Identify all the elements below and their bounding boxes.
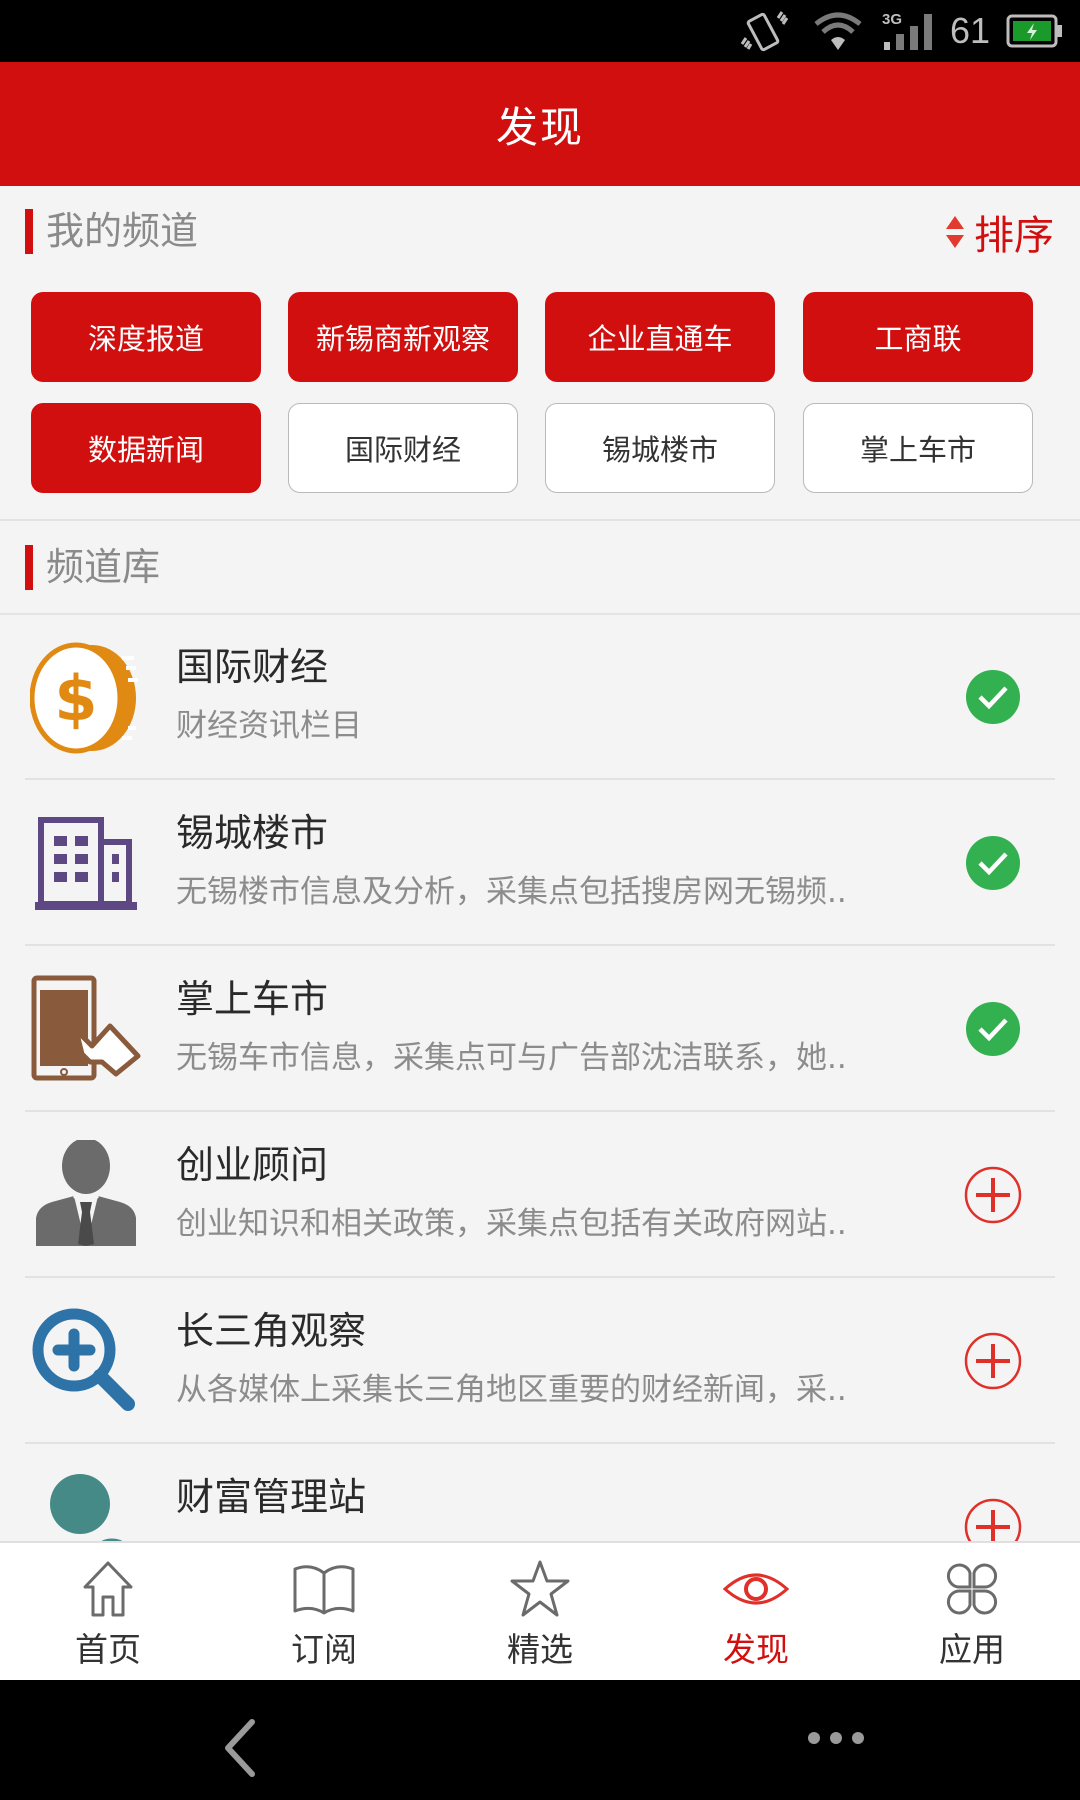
list-item[interactable]: 掌上车市 无锡车市信息，采集点可与广告部沈洁联系，她.. (0, 946, 1080, 1112)
channel-chip-label: 国际财经 (344, 433, 461, 467)
vibrate-icon (740, 11, 789, 52)
channel-chip-label: 数据新闻 (87, 433, 204, 467)
status-bar: 3G 61 (0, 0, 1080, 62)
check-circle-icon[interactable] (964, 834, 1022, 892)
channel-chip[interactable]: 国际财经 (288, 403, 518, 493)
nav-label: 首页 (75, 1630, 141, 1669)
section-accent-bar (25, 209, 33, 254)
sort-label: 排序 (974, 213, 1054, 259)
sort-button[interactable]: 排序 (944, 207, 1054, 259)
channel-name: 锡城楼市 (176, 811, 329, 855)
app-header: 发现 (0, 62, 1080, 186)
nav-item-home[interactable]: 首页 (0, 1543, 216, 1680)
add-circle-icon[interactable] (964, 1166, 1022, 1224)
page-title: 发现 (495, 102, 584, 152)
channel-chip[interactable]: 深度报道 (31, 292, 261, 382)
channel-desc: 财经资讯栏目 (176, 708, 362, 744)
wifi-icon (814, 12, 862, 50)
list-item[interactable]: 长三角观察 从各媒体上采集长三角地区重要的财经新闻，采.. (0, 1278, 1080, 1444)
channel-library-title: 频道库 (46, 545, 161, 589)
more-icon[interactable] (806, 1728, 866, 1748)
screen: 3G 61 发现 我的频道 排序 深度报道 新锡商新观察 企业直通车 工商联 数… (0, 0, 1080, 1800)
channel-chip-label: 掌上车市 (859, 433, 976, 467)
list-item[interactable]: 锡城楼市 无锡楼市信息及分析，采集点包括搜房网无锡频.. (0, 780, 1080, 946)
nav-label: 精选 (507, 1630, 573, 1669)
channel-chip-label: 工商联 (874, 322, 962, 356)
list-item[interactable]: $ 国际财经 财经资讯栏目 (0, 614, 1080, 780)
battery-charging-icon (1006, 14, 1062, 48)
channel-desc: 无锡楼市信息及分析，采集点包括搜房网无锡频.. (176, 874, 847, 910)
home-icon (83, 1561, 133, 1617)
businessman-icon (36, 1140, 136, 1246)
check-circle-icon[interactable] (964, 668, 1022, 726)
channel-chip-label: 企业直通车 (587, 322, 733, 356)
my-channels-title: 我的频道 (46, 209, 199, 253)
channel-library-header: 频道库 (0, 545, 1080, 595)
my-channels-header: 我的频道 排序 (0, 207, 1080, 259)
channel-chip[interactable]: 锡城楼市 (545, 403, 775, 493)
channel-name: 国际财经 (176, 645, 329, 689)
phone-touch-icon (31, 975, 141, 1081)
nav-item-featured[interactable]: 精选 (432, 1543, 648, 1680)
section-accent-bar (25, 545, 33, 590)
star-icon (510, 1560, 570, 1617)
sort-arrows-icon (946, 216, 964, 248)
channel-name: 创业顾问 (176, 1143, 329, 1187)
channel-name: 掌上车市 (176, 977, 329, 1021)
channel-chip[interactable]: 工商联 (803, 292, 1033, 382)
svg-text:$: $ (54, 662, 97, 735)
check-circle-icon[interactable] (964, 1000, 1022, 1058)
battery-level: 61 (950, 10, 991, 51)
channel-chip-label: 新锡商新观察 (315, 322, 490, 356)
nav-label: 应用 (939, 1630, 1005, 1669)
channel-chip[interactable]: 新锡商新观察 (288, 292, 518, 382)
add-circle-icon[interactable] (964, 1332, 1022, 1390)
nav-item-apps[interactable]: 应用 (864, 1543, 1080, 1680)
channel-name: 财富管理站 (176, 1475, 367, 1519)
nav-item-subscribe[interactable]: 订阅 (216, 1543, 432, 1680)
coin-dollar-icon: $ (30, 642, 138, 754)
book-icon (293, 1565, 355, 1615)
nav-label: 订阅 (291, 1630, 357, 1669)
channel-chip-label: 深度报道 (87, 322, 204, 356)
channel-desc: 无锡车市信息，采集点可与广告部沈洁联系，她.. (176, 1040, 847, 1076)
bottom-nav: 首页 订阅 精选 发现 应用 (0, 1541, 1080, 1680)
channel-desc: 创业知识和相关政策，采集点包括有关政府网站.. (176, 1206, 847, 1242)
back-icon[interactable] (222, 1718, 258, 1778)
channel-chip[interactable]: 掌上车市 (803, 403, 1033, 493)
channel-desc: 从各媒体上采集长三角地区重要的财经新闻，采.. (176, 1372, 847, 1408)
system-nav-bar (0, 1680, 1080, 1800)
apps-icon (946, 1563, 998, 1615)
channel-chip[interactable]: 数据新闻 (31, 403, 261, 493)
channel-name: 长三角观察 (176, 1309, 367, 1353)
channel-chip-label: 锡城楼市 (601, 433, 718, 467)
nav-label: 发现 (723, 1630, 789, 1669)
eye-icon (723, 1573, 789, 1605)
channel-chip[interactable]: 企业直通车 (545, 292, 775, 382)
section-divider (0, 519, 1080, 521)
nav-item-discover[interactable]: 发现 (648, 1543, 864, 1680)
building-icon (35, 817, 137, 910)
signal-3g-icon: 3G (882, 11, 932, 50)
svg-text:3G: 3G (882, 11, 902, 28)
list-item[interactable]: 创业顾问 创业知识和相关政策，采集点包括有关政府网站.. (0, 1112, 1080, 1278)
zoom-in-icon (32, 1308, 135, 1411)
